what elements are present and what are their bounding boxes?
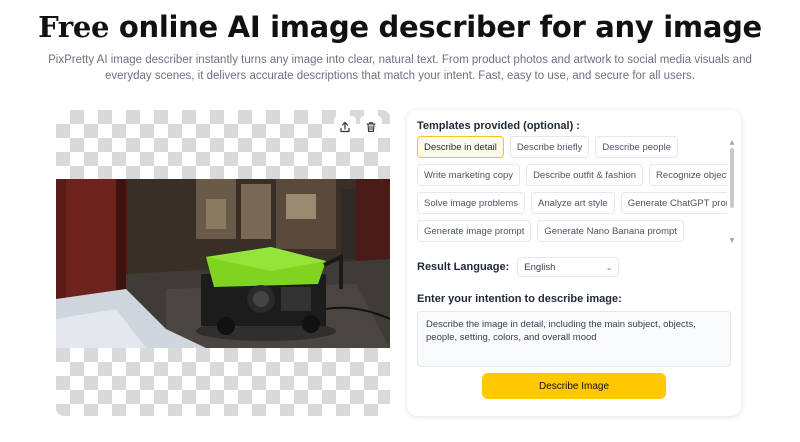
templates-row: Describe in detail Describe briefly Desc… <box>417 136 727 158</box>
language-row: Result Language: English ⌄ <box>417 257 620 277</box>
template-describe-in-detail[interactable]: Describe in detail <box>417 136 504 158</box>
page-description: PixPretty AI image describer instantly t… <box>48 54 752 82</box>
image-preview-card <box>56 110 390 416</box>
intention-label: Enter your intention to describe image: <box>417 293 622 305</box>
templates-list: Describe in detail Describe briefly Desc… <box>417 136 727 244</box>
title-highlight: Free <box>38 10 110 44</box>
page-title: Free online AI image describer for any i… <box>0 10 800 44</box>
templates-row: Generate image prompt Generate Nano Bana… <box>417 220 727 242</box>
template-describe-briefly[interactable]: Describe briefly <box>509 136 590 158</box>
language-label: Result Language: <box>417 261 510 273</box>
templates-row: Solve image problems Analyze art style G… <box>417 192 727 214</box>
scrollbar-thumb[interactable] <box>730 148 734 208</box>
scroll-up-icon[interactable]: ▲ <box>729 140 735 146</box>
scroll-down-icon[interactable]: ▼ <box>729 238 735 244</box>
template-describe-people[interactable]: Describe people <box>595 136 678 158</box>
intention-textarea[interactable]: Describe the image in detail, including … <box>417 311 731 367</box>
trash-icon <box>366 122 376 133</box>
upload-button[interactable] <box>334 116 356 138</box>
upload-icon <box>340 121 350 133</box>
language-value: English <box>524 261 556 273</box>
template-describe-outfit-fashion[interactable]: Describe outfit & fashion <box>526 164 644 186</box>
describe-image-button[interactable]: Describe Image <box>482 373 666 399</box>
template-recognize-objects[interactable]: Recognize objects <box>649 164 727 186</box>
template-analyze-art-style[interactable]: Analyze art style <box>531 192 615 214</box>
uploaded-photo <box>56 179 390 348</box>
template-generate-nano-banana-prompt[interactable]: Generate Nano Banana prompt <box>537 220 684 242</box>
language-select[interactable]: English ⌄ <box>517 257 620 277</box>
image-actions <box>334 116 382 138</box>
title-rest: online AI image describer for any image <box>109 10 762 44</box>
templates-row: Write marketing copy Describe outfit & f… <box>417 164 727 186</box>
template-generate-image-prompt[interactable]: Generate image prompt <box>417 220 532 242</box>
template-solve-image-problems[interactable]: Solve image problems <box>417 192 525 214</box>
delete-button[interactable] <box>360 116 382 138</box>
template-write-marketing-copy[interactable]: Write marketing copy <box>417 164 521 186</box>
templates-scrollbar[interactable]: ▲ ▼ <box>729 140 735 244</box>
templates-label: Templates provided (optional) : <box>417 120 580 132</box>
chevron-down-icon: ⌄ <box>605 262 613 272</box>
describer-panel: Templates provided (optional) : Describe… <box>407 110 741 416</box>
template-generate-chatgpt-prompt[interactable]: Generate ChatGPT prompt <box>620 192 727 214</box>
